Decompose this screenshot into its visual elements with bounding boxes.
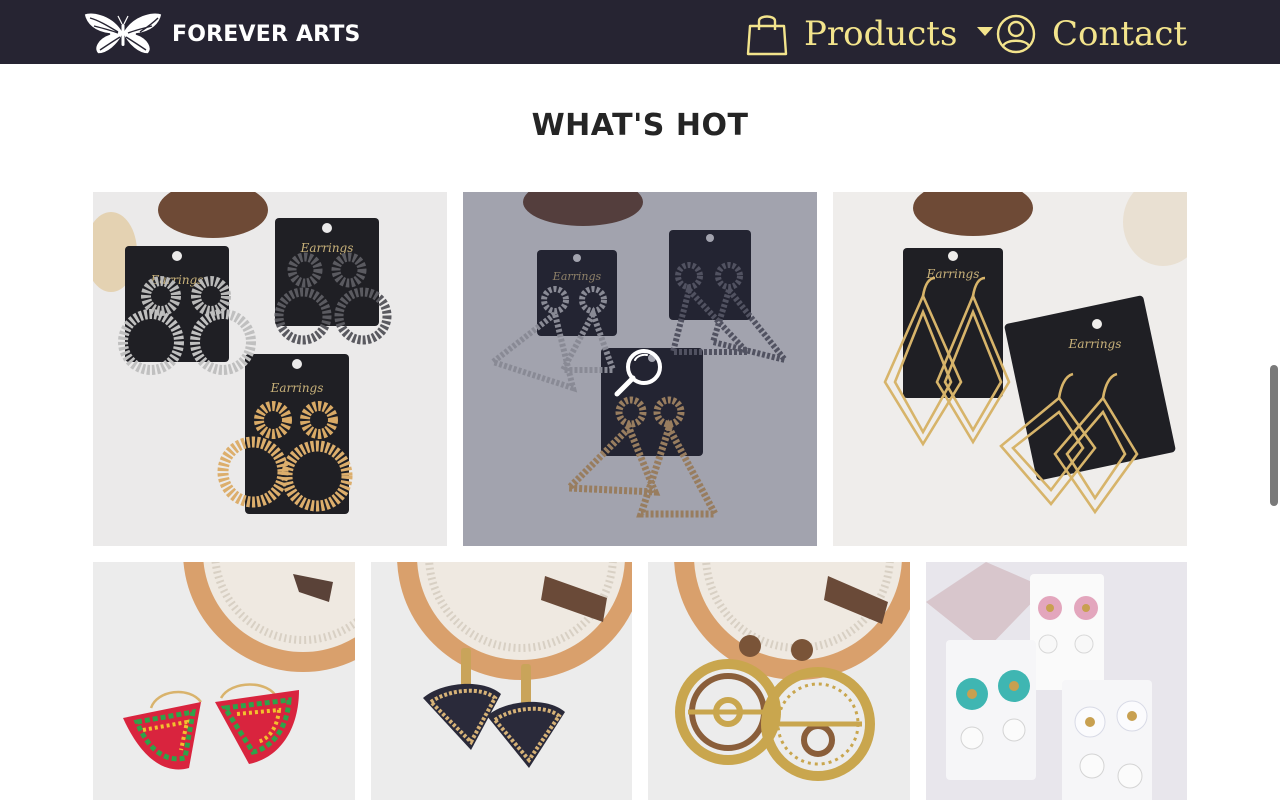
user-circle-icon: [996, 14, 1036, 54]
nav-contact-link[interactable]: Contact: [996, 10, 1187, 58]
product-tile[interactable]: [648, 562, 910, 800]
scrollbar-thumb[interactable]: [1270, 365, 1278, 506]
product-tile[interactable]: [926, 562, 1187, 800]
caret-down-icon: [977, 26, 994, 36]
product-tile[interactable]: [371, 562, 632, 800]
butterfly-icon: [83, 12, 163, 55]
product-tile[interactable]: Earrings Earrings: [833, 192, 1187, 546]
nav-contact-label: Contact: [1052, 14, 1188, 54]
product-image: [371, 562, 632, 800]
nav-products-dropdown[interactable]: Products: [746, 10, 994, 58]
brand-name: FOREVER ARTS: [172, 21, 361, 47]
brand[interactable]: FOREVER ARTS: [80, 10, 361, 56]
product-tile[interactable]: Earrings Earrings Earrings: [93, 192, 447, 546]
nav-products-label: Products: [804, 14, 958, 54]
section-title: WHAT'S HOT: [531, 108, 749, 143]
product-image: [926, 562, 1187, 800]
product-tile[interactable]: Earrings: [463, 192, 817, 546]
product-tile[interactable]: [93, 562, 355, 800]
navbar: FOREVER ARTS Products Contact: [0, 0, 1280, 64]
card-brand-text: Earrings: [270, 381, 324, 395]
product-image: Earrings Earrings: [833, 192, 1187, 546]
magnifier-icon[interactable]: [613, 346, 667, 400]
product-image: Earrings Earrings Earrings: [93, 192, 447, 546]
shopping-bag-icon: [746, 15, 788, 56]
product-image: [93, 562, 355, 800]
product-image: [648, 562, 910, 800]
card-brand-text: Earrings: [1068, 337, 1122, 351]
